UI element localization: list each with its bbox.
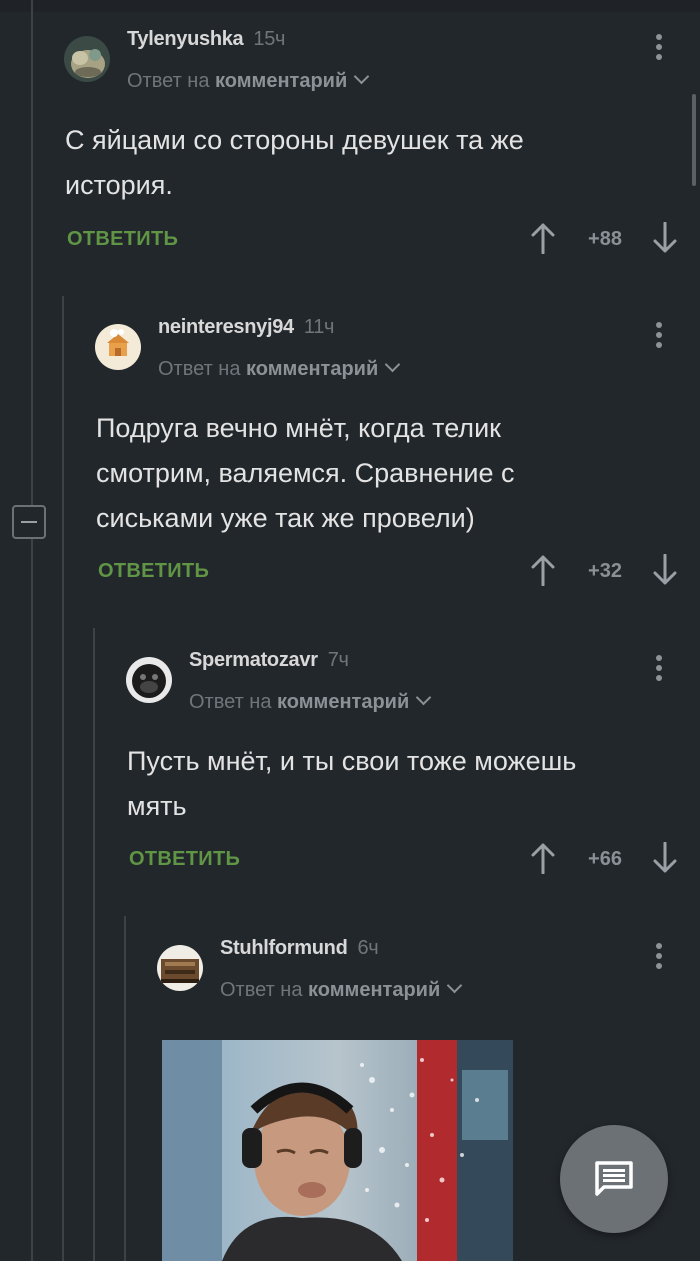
reply-button[interactable]: ОТВЕТИТЬ (67, 228, 178, 251)
arrow-up-icon[interactable] (530, 842, 556, 874)
comment-text-line: Пусть мнёт, и ты свои тоже можешь (127, 746, 577, 776)
reply-target[interactable]: комментарий (215, 70, 347, 92)
author-name[interactable]: Spermatozavr (189, 649, 318, 671)
reply-prefix: Ответ на (189, 691, 272, 713)
comment-time: 11ч (303, 316, 335, 338)
comment-author[interactable]: Spermatozavr 7ч (189, 649, 349, 672)
comment-author[interactable]: Stuhlformund 6ч (220, 937, 379, 960)
author-name[interactable]: Stuhlformund (220, 937, 348, 959)
vote-controls: +66 (530, 840, 678, 880)
comment: neinteresnyj94 11ч Ответ на комментарий П… (95, 312, 700, 602)
reply-prefix: Ответ на (158, 358, 241, 380)
comment-time: 15ч (253, 28, 286, 50)
reply-to-link[interactable]: Ответ на комментарий (127, 68, 370, 93)
chevron-down-icon[interactable] (415, 689, 432, 706)
arrow-down-icon[interactable] (652, 222, 678, 254)
reply-to-link[interactable]: Ответ на комментарий (158, 356, 401, 381)
thread-line-level-3 (93, 628, 95, 1261)
comment: Tylenyushka 15ч Ответ на комментарий С яй… (64, 24, 700, 274)
comment-text-line: С яйцами со стороны девушек та же (65, 125, 524, 155)
comment-text-line: Подруга вечно мнёт, когда телик (96, 413, 501, 443)
author-name[interactable]: neinteresnyj94 (158, 316, 294, 338)
comment-author[interactable]: Tylenyushka 15ч (127, 28, 285, 51)
chevron-down-icon[interactable] (446, 977, 463, 994)
top-edge (0, 0, 700, 12)
scrollbar[interactable] (692, 94, 696, 186)
comment: Stuhlformund 6ч Ответ на комментарий (157, 933, 700, 1023)
reply-prefix: Ответ на (220, 979, 303, 1001)
vote-score: +32 (588, 560, 622, 582)
comment-text-line: мять (127, 791, 187, 821)
more-vertical-icon[interactable] (644, 655, 674, 691)
comment-text: Подруга вечно мнёт, когда телик смотрим,… (96, 406, 514, 541)
reply-button[interactable]: ОТВЕТИТЬ (129, 848, 240, 871)
chevron-down-icon[interactable] (384, 356, 401, 373)
comment-text-line: сиськами уже так же провели) (96, 503, 475, 533)
arrow-down-icon[interactable] (652, 554, 678, 586)
more-vertical-icon[interactable] (644, 34, 674, 70)
arrow-up-icon[interactable] (530, 554, 556, 586)
reply-target[interactable]: комментарий (246, 358, 378, 380)
comment-time: 7ч (327, 649, 349, 671)
author-name[interactable]: Tylenyushka (127, 28, 244, 50)
reply-to-link[interactable]: Ответ на комментарий (220, 977, 463, 1002)
vote-controls: +88 (530, 220, 678, 260)
avatar[interactable] (95, 324, 141, 370)
vote-score: +88 (588, 228, 622, 250)
avatar[interactable] (64, 36, 110, 82)
vote-controls: +32 (530, 552, 678, 592)
more-vertical-icon[interactable] (644, 322, 674, 358)
comment-text-line: смотрим, валяемся. Сравнение с (96, 458, 515, 488)
reply-target[interactable]: комментарий (277, 691, 409, 713)
arrow-down-icon[interactable] (652, 842, 678, 874)
comment-time: 6ч (357, 937, 379, 959)
reply-prefix: Ответ на (127, 70, 210, 92)
comment-icon (595, 1161, 633, 1196)
thread-line-level-2 (62, 296, 64, 1261)
chevron-down-icon[interactable] (353, 68, 370, 85)
comment: Spermatozavr 7ч Ответ на комментарий Пуст… (126, 645, 700, 895)
reply-target[interactable]: комментарий (308, 979, 440, 1001)
comment-text: Пусть мнёт, и ты свои тоже можешь мять (127, 739, 576, 829)
comment-text-line: история. (65, 170, 173, 200)
thread-line-level-4 (124, 916, 126, 1261)
avatar[interactable] (126, 657, 172, 703)
comment-fab-button[interactable] (560, 1125, 668, 1233)
more-vertical-icon[interactable] (644, 943, 674, 979)
reply-to-link[interactable]: Ответ на комментарий (189, 689, 432, 714)
reply-button[interactable]: ОТВЕТИТЬ (98, 560, 209, 583)
comment-text: С яйцами со стороны девушек та же истори… (65, 118, 524, 208)
vote-score: +66 (588, 848, 622, 870)
arrow-up-icon[interactable] (530, 222, 556, 254)
thread-line-level-1 (31, 0, 33, 1261)
collapse-thread-button[interactable] (12, 505, 46, 539)
comment-author[interactable]: neinteresnyj94 11ч (158, 316, 334, 339)
avatar[interactable] (157, 945, 203, 991)
comment-image[interactable] (162, 1040, 513, 1261)
